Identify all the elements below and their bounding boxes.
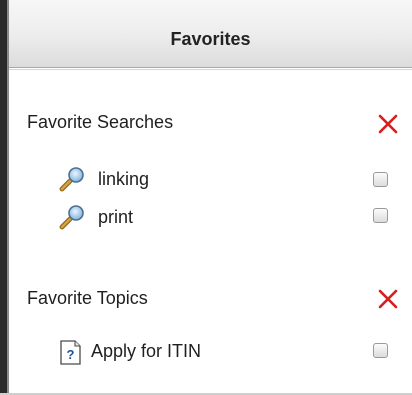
remove-topics-icon[interactable] xyxy=(377,288,399,310)
favorite-search-label[interactable]: linking xyxy=(98,169,149,190)
header-divider xyxy=(9,69,412,70)
panel-left-border xyxy=(0,0,9,395)
magnifier-icon xyxy=(59,167,84,192)
favorite-topics-title: Favorite Topics xyxy=(27,288,148,308)
favorite-topic-checkbox[interactable] xyxy=(373,343,388,358)
favorite-topic-label[interactable]: Apply for ITIN xyxy=(91,341,201,362)
favorite-search-checkbox[interactable] xyxy=(373,208,388,223)
help-topic-icon: ? xyxy=(60,340,81,365)
remove-searches-icon[interactable] xyxy=(377,113,399,135)
panel-header: Favorites xyxy=(9,0,412,68)
favorite-searches-title: Favorite Searches xyxy=(27,112,174,132)
panel-title: Favorites xyxy=(170,29,251,49)
favorites-panel: Favorites Favorite Searches linking prin… xyxy=(0,0,412,395)
favorite-search-label[interactable]: print xyxy=(98,207,133,228)
favorite-search-checkbox[interactable] xyxy=(373,172,388,187)
svg-text:?: ? xyxy=(67,347,75,362)
magnifier-icon xyxy=(59,205,84,230)
